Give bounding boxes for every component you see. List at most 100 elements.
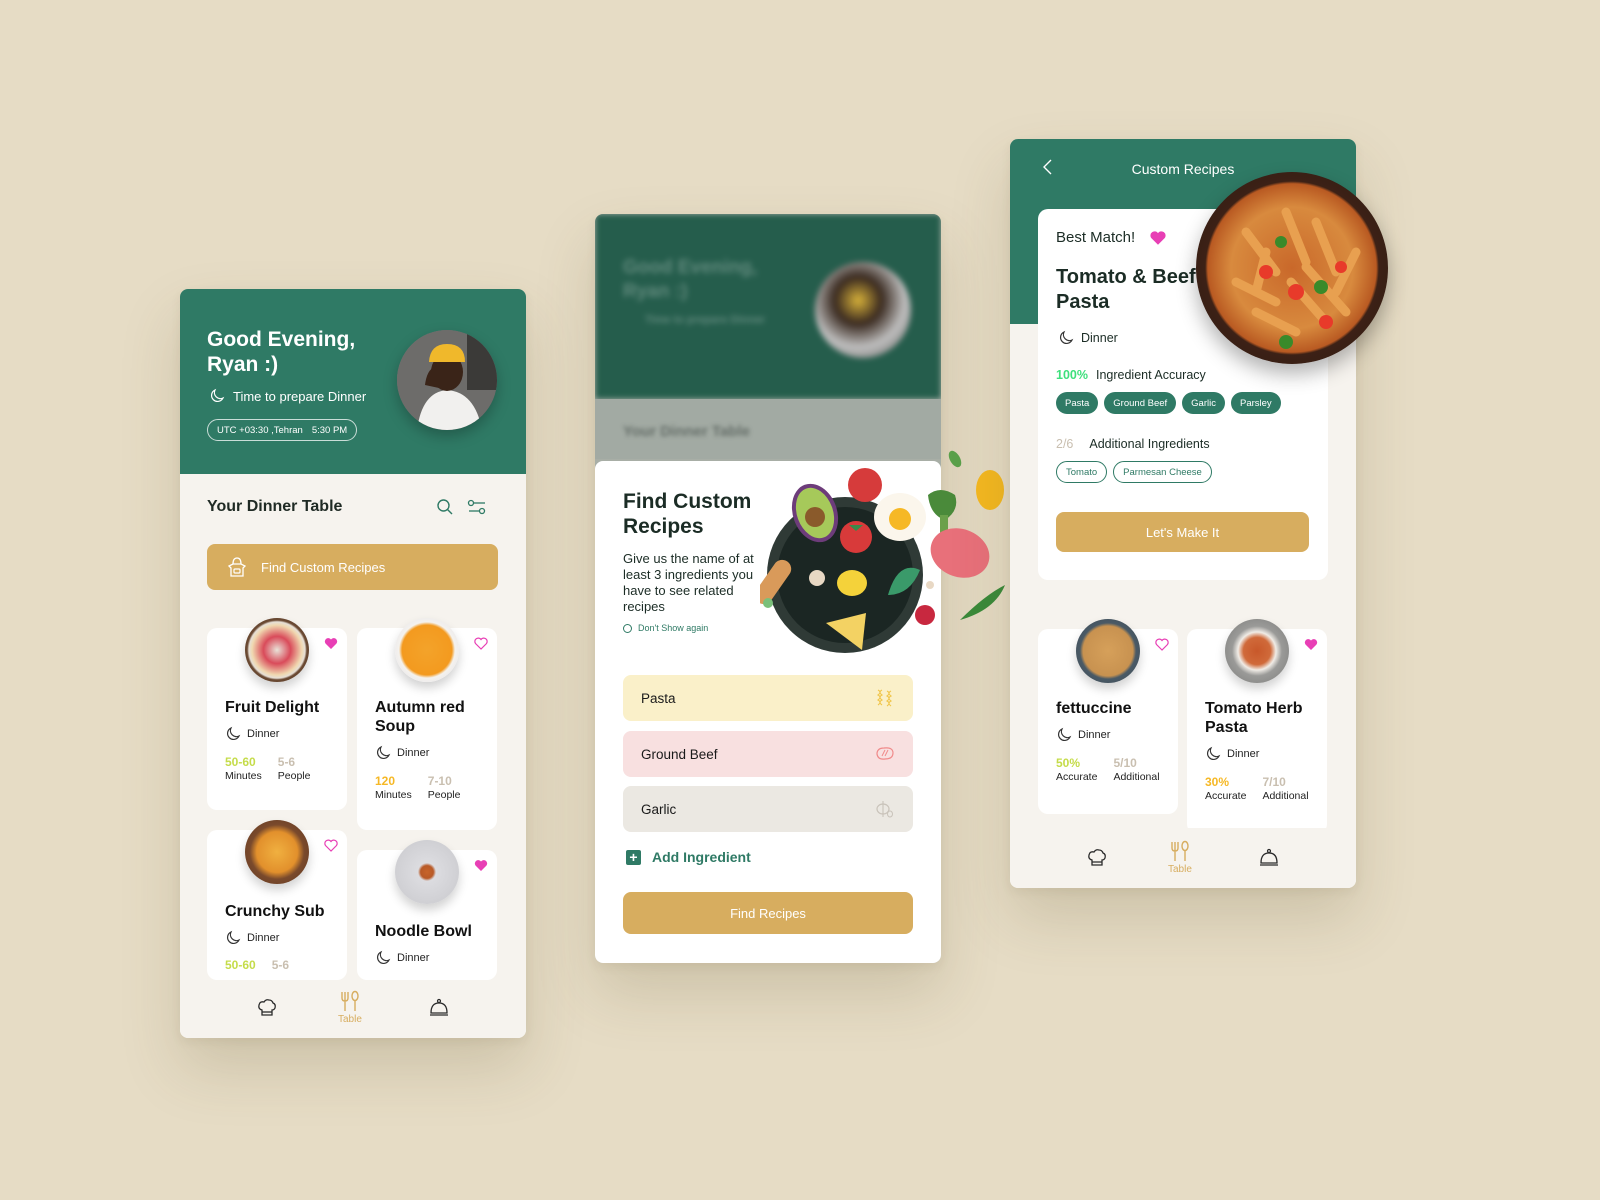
heart-outline-icon[interactable] [1155,638,1169,651]
people-value: 7-10 [427,774,452,788]
tab-bar: Table [180,980,526,1038]
dot [763,598,773,608]
bell-pepper [976,470,1004,510]
add-ingredient-button[interactable]: + Add Ingredient [626,849,751,865]
best-match-image [1196,172,1388,364]
tab-table-label: Table [338,1014,362,1025]
tab-chef[interactable] [257,998,277,1018]
additional-value: 2/6 [1056,437,1074,451]
blurred-section-title: Your Dinner Table [623,423,750,440]
modal-title: Find Custom Recipes [623,490,752,538]
tab-cloche[interactable] [1259,848,1279,868]
tab-bar: Table [1010,828,1356,888]
home-header: Good Evening, Ryan :) Time to prepare Di… [180,289,526,474]
tab-table[interactable]: Table [338,990,362,1025]
heart-filled-icon[interactable] [474,859,488,872]
best-match-text: Best Match! [1056,229,1136,246]
recipe-stats: 120 Minutes 7-10 People [375,773,460,801]
ingredient-field[interactable]: Ground Beef [623,731,913,777]
tab-cloche[interactable] [429,998,449,1018]
find-custom-recipes-button[interactable]: Find Custom Recipes [207,544,498,590]
ingredient-field[interactable]: Pasta [623,675,913,721]
ingredient-field[interactable]: Garlic [623,786,913,832]
ingredient-value: Ground Beef [641,746,718,762]
fork-spoon-icon [1171,840,1189,861]
pasta-icon [876,689,893,707]
additional-chip: Parmesan Cheese [1113,461,1212,483]
cloche-icon [1260,848,1278,866]
ingredient-accuracy: 100% Ingredient Accuracy [1056,368,1206,382]
best-match-title: Tomato & Beef Pasta [1056,266,1196,313]
dont-show-again-label: Don't Show again [638,623,709,633]
dot [926,581,934,589]
time-value: 50-60 [225,755,256,769]
recipe-title: Tomato Herb Pasta [1205,700,1303,736]
user-avatar-photo-icon [397,330,497,430]
meal-label: Dinner [1081,331,1118,345]
additional-label: Additional Ingredients [1089,437,1210,451]
spinach-leaf [948,450,962,468]
heart-outline-icon[interactable] [324,839,338,852]
meal-label: Dinner [397,952,430,964]
recipe-image [1225,619,1289,683]
recipe-title: Autumn red Soup [375,699,465,735]
ingredient-value: Pasta [641,690,676,706]
meal-time-line: Time to prepare Dinner [209,388,366,404]
penne-pasta-image [1231,207,1361,349]
ingredients-illustration [760,450,1005,653]
timezone-badge: UTC +03:30 ,Tehran 5:30 PM [207,419,358,441]
additional-ingredients: 2/6 Additional Ingredients [1056,437,1210,451]
fork-spoon-icon [341,990,359,1011]
recipe-meal: Dinner [375,950,429,966]
plus-icon: + [626,849,641,865]
recipe-card[interactable]: Autumn red Soup Dinner 120 Minutes 7-10 Pe… [357,618,497,830]
moon-icon [227,930,241,944]
accuracy-label: Accurate [1205,790,1247,802]
recipe-card[interactable]: Fruit Delight Dinner 50-60 Minutes 5-6 Peo… [207,618,347,810]
lets-make-it-button[interactable]: Let's Make It [1056,512,1309,552]
dont-show-again-toggle[interactable]: Don't Show again [623,623,708,633]
recipe-meal: Dinner [1205,746,1259,762]
time-value: 120 [375,774,396,788]
ingredient-chip: Ground Beef [1104,392,1177,414]
recipe-title: Crunchy Sub [225,903,325,920]
apron-icon [227,557,247,577]
add-ingredient-label: Add Ingredient [652,849,751,865]
recipe-title: fettuccine [1056,700,1132,717]
home-screen: Good Evening, Ryan :) Time to prepare Di… [180,289,526,1038]
additional-value: 5/10 [1113,756,1137,770]
accuracy-label: Ingredient Accuracy [1095,368,1206,382]
matched-ingredients: Pasta Ground Beef Garlic Parsley [1056,392,1281,414]
avatar[interactable] [397,330,497,430]
heart-filled-icon[interactable] [1149,230,1167,246]
chef-hat-icon [1088,849,1106,866]
result-card[interactable]: fettuccine Dinner 50% Accurate 5/10 Additi… [1038,619,1178,814]
find-recipes-button[interactable]: Find Recipes [623,892,913,934]
accuracy-label: Accurate [1056,771,1098,783]
recipe-meal: Dinner [1056,727,1110,743]
people-value: 5-6 [271,958,290,972]
recipe-meal: Dinner [225,726,279,742]
filter-button[interactable] [466,496,488,518]
lemon [837,570,867,596]
ingredient-chip: Parsley [1230,392,1281,414]
avocado-pit [805,507,825,527]
time-text: 5:30 PM [311,424,348,436]
recipe-meal: Dinner [375,745,429,761]
recipe-card[interactable]: Crunchy Sub Dinner 50-60 5-6 [207,820,347,980]
recipe-stats: 50-60 Minutes 5-6 People [225,754,310,782]
heart-filled-icon[interactable] [1304,638,1318,651]
lets-make-it-label: Let's Make It [1145,524,1220,540]
heart-filled-icon[interactable] [324,637,338,650]
radio-icon[interactable] [623,623,632,633]
heart-outline-icon[interactable] [474,637,488,650]
result-stats: 30% Accurate 7/10 Additional [1205,774,1309,802]
additional-label: Additional [1262,790,1309,802]
tab-table[interactable]: Table [1168,840,1192,875]
result-card[interactable]: Tomato Herb Pasta Dinner 30% Accurate 7/1… [1187,619,1327,834]
moon-icon [1060,330,1074,344]
tab-chef[interactable] [1087,848,1107,868]
search-button[interactable] [434,496,456,518]
meal-label: Dinner [1227,748,1260,760]
recipe-card[interactable]: Noodle Bowl Dinner [357,840,497,980]
